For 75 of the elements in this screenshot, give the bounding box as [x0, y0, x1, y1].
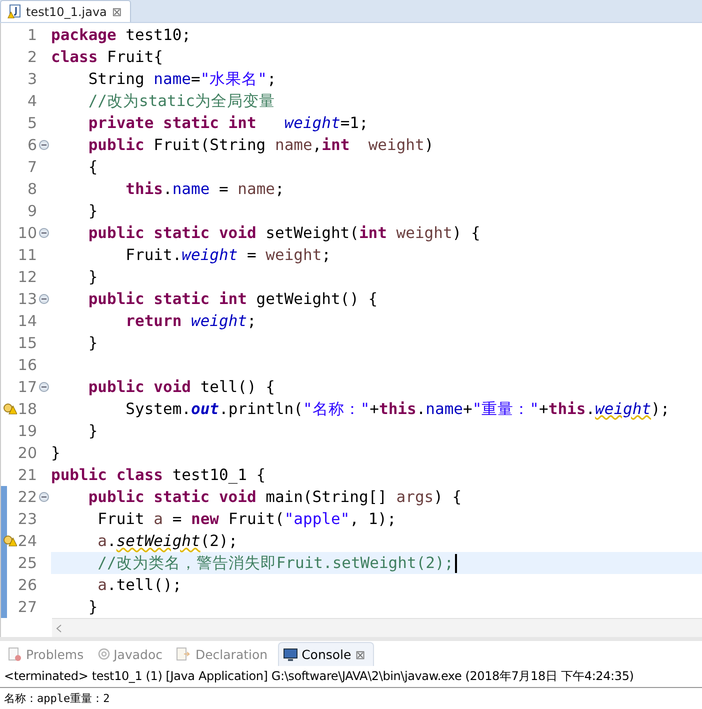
code-line: public static void setWeight(int weight) { — [87, 224, 480, 242]
panel-tab[interactable]: Declaration — [172, 642, 276, 666]
close-icon[interactable]: ⊠ — [112, 4, 122, 18]
code-line: } — [87, 598, 98, 616]
code-line: } — [87, 422, 98, 440]
code-line: private static int weight=1; — [87, 114, 368, 132]
document-icon — [176, 646, 192, 662]
code-line: package test10; — [51, 26, 191, 44]
code-line: public static int getWeight() { — [87, 290, 378, 308]
code-line: public void tell() { — [87, 378, 275, 396]
line-number: 21 — [18, 466, 37, 484]
horizontal-scrollbar[interactable] — [52, 618, 702, 637]
code-line: public static void main(String[] args) { — [87, 488, 462, 506]
code-line: public class test10_1 { — [51, 466, 266, 484]
console-header: <terminated> test10_1 (1) [Java Application] G:\software\JAVA\2\bin\javaw.exe (2018年7月18日 下午4:24:35) — [0, 666, 702, 688]
code-line: Fruit a = new Fruit("apple", 1); — [96, 510, 396, 528]
warning-icon[interactable] — [3, 403, 17, 415]
line-number: 13 — [18, 290, 37, 308]
fold-icon[interactable] — [39, 294, 49, 304]
warning-icon[interactable] — [3, 535, 17, 547]
code-line: a.setWeight(2); — [96, 532, 238, 550]
line-number: 10 — [18, 224, 37, 242]
panel-tab[interactable]: Javadoc — [94, 642, 170, 666]
fold-icon[interactable] — [39, 140, 49, 150]
code-line: Fruit.weight = weight; — [124, 246, 331, 264]
line-number: 4 — [27, 92, 37, 110]
code-line: class Fruit{ — [51, 48, 163, 66]
line-number: 12 — [18, 268, 37, 286]
code-comment: //改为类名，警告消失即Fruit.setWeight(2); — [51, 552, 457, 574]
code-comment: //改为static为全局变量 — [87, 90, 275, 112]
problems-icon — [8, 646, 22, 662]
line-number: 15 — [18, 334, 37, 352]
code-line: this.name = name; — [124, 180, 284, 198]
line-number: 24 — [18, 532, 37, 550]
line-number: 17 — [18, 378, 37, 396]
code-line: return weight; — [124, 312, 256, 330]
line-number: 16 — [18, 356, 37, 374]
line-number: 1 — [27, 26, 37, 44]
scroll-left-icon[interactable] — [56, 624, 62, 632]
monitor-icon — [282, 648, 298, 662]
line-number: 23 — [18, 510, 37, 528]
line-number: 7 — [27, 158, 37, 176]
code-line: System.out.println("名称："+this.name+"重量："+this.weight); — [124, 398, 670, 420]
java-file-warning-icon — [7, 4, 21, 19]
line-number: 26 — [18, 576, 37, 594]
line-number: 25 — [18, 554, 37, 572]
code-line: } — [87, 268, 98, 286]
line-number: 11 — [18, 246, 37, 264]
code-line: String name="水果名"; — [87, 68, 276, 90]
line-number: 14 — [18, 312, 37, 330]
code-line: } — [51, 444, 60, 462]
line-number: 27 — [18, 598, 37, 616]
console-output: 名称：apple重量：2 — [3, 691, 111, 707]
code-line: a.tell(); — [96, 576, 182, 594]
panel-tab[interactable]: Console ⊠ — [278, 642, 374, 666]
fold-icon[interactable] — [39, 492, 49, 502]
fold-icon[interactable] — [39, 228, 49, 238]
code-line: { — [87, 158, 98, 176]
line-number: 9 — [27, 202, 37, 220]
editor-tab[interactable]: test10_1.java ⊠ — [0, 0, 131, 22]
code-line: public Fruit(String name,int weight) — [87, 136, 434, 154]
line-number: 6 — [27, 136, 37, 154]
line-number: 20 — [18, 444, 37, 462]
line-number: 5 — [27, 114, 37, 132]
line-number: 8 — [27, 180, 37, 198]
fold-icon[interactable] — [39, 382, 49, 392]
line-number: 2 — [27, 48, 37, 66]
close-icon[interactable]: ⊠ — [355, 648, 366, 662]
panel-tab[interactable]: Problems — [4, 642, 92, 666]
line-number: 22 — [18, 488, 37, 506]
line-number: 19 — [18, 422, 37, 440]
line-number: 3 — [27, 70, 37, 88]
code-line: } — [87, 334, 98, 352]
code-line: } — [87, 202, 98, 220]
line-number: 18 — [18, 400, 37, 418]
